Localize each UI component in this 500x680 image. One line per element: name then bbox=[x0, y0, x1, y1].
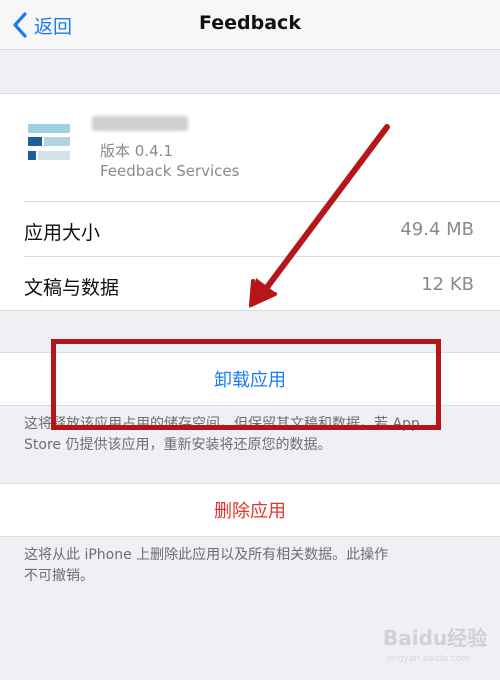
delete-section: 删除应用 bbox=[0, 483, 500, 537]
documents-data-value: 12 KB bbox=[421, 274, 474, 295]
delete-description-line: 这将从此 iPhone 上删除此应用以及所有相关数据。此操作 bbox=[24, 547, 389, 563]
delete-app-button[interactable]: 删除应用 bbox=[0, 484, 500, 536]
offload-app-button[interactable]: 卸载应用 bbox=[0, 353, 500, 405]
watermark-brand: Baidu经验 bbox=[383, 626, 488, 650]
delete-description: 这将从此 iPhone 上删除此应用以及所有相关数据。此操作 不可撤销。 bbox=[24, 545, 484, 587]
documents-data-row: 文稿与数据 12 KB bbox=[0, 257, 500, 311]
app-version: 版本 0.4.1 bbox=[100, 142, 173, 160]
app-info-card: 版本 0.4.1 Feedback Services 应用大小 49.4 MB … bbox=[0, 93, 500, 311]
app-icon bbox=[28, 124, 70, 160]
baidu-watermark: Baidu经验 jingyan.baidu.com bbox=[383, 622, 493, 674]
app-size-label: 应用大小 bbox=[24, 222, 101, 244]
page-title: Feedback bbox=[199, 12, 301, 34]
offload-description: 这将释放该应用占用的储存空间，但保留其文稿和数据。若 App Store 仍提供… bbox=[24, 414, 484, 456]
delete-description-line: 不可撤销。 bbox=[24, 568, 94, 584]
app-size-value: 49.4 MB bbox=[400, 219, 474, 240]
app-developer: Feedback Services bbox=[100, 162, 240, 180]
watermark-url: jingyan.baidu.com bbox=[387, 654, 471, 664]
app-size-row: 应用大小 49.4 MB bbox=[0, 202, 500, 256]
offload-description-line: 这将释放该应用占用的储存空间，但保留其文稿和数据。若 App bbox=[24, 416, 420, 432]
offload-section: 卸载应用 bbox=[0, 352, 500, 406]
navigation-bar: 返回 Feedback bbox=[0, 0, 500, 50]
documents-data-label: 文稿与数据 bbox=[24, 277, 120, 299]
offload-description-line: Store 仍提供该应用，重新安装将还原您的数据。 bbox=[24, 437, 332, 453]
app-name-redacted bbox=[92, 116, 188, 131]
